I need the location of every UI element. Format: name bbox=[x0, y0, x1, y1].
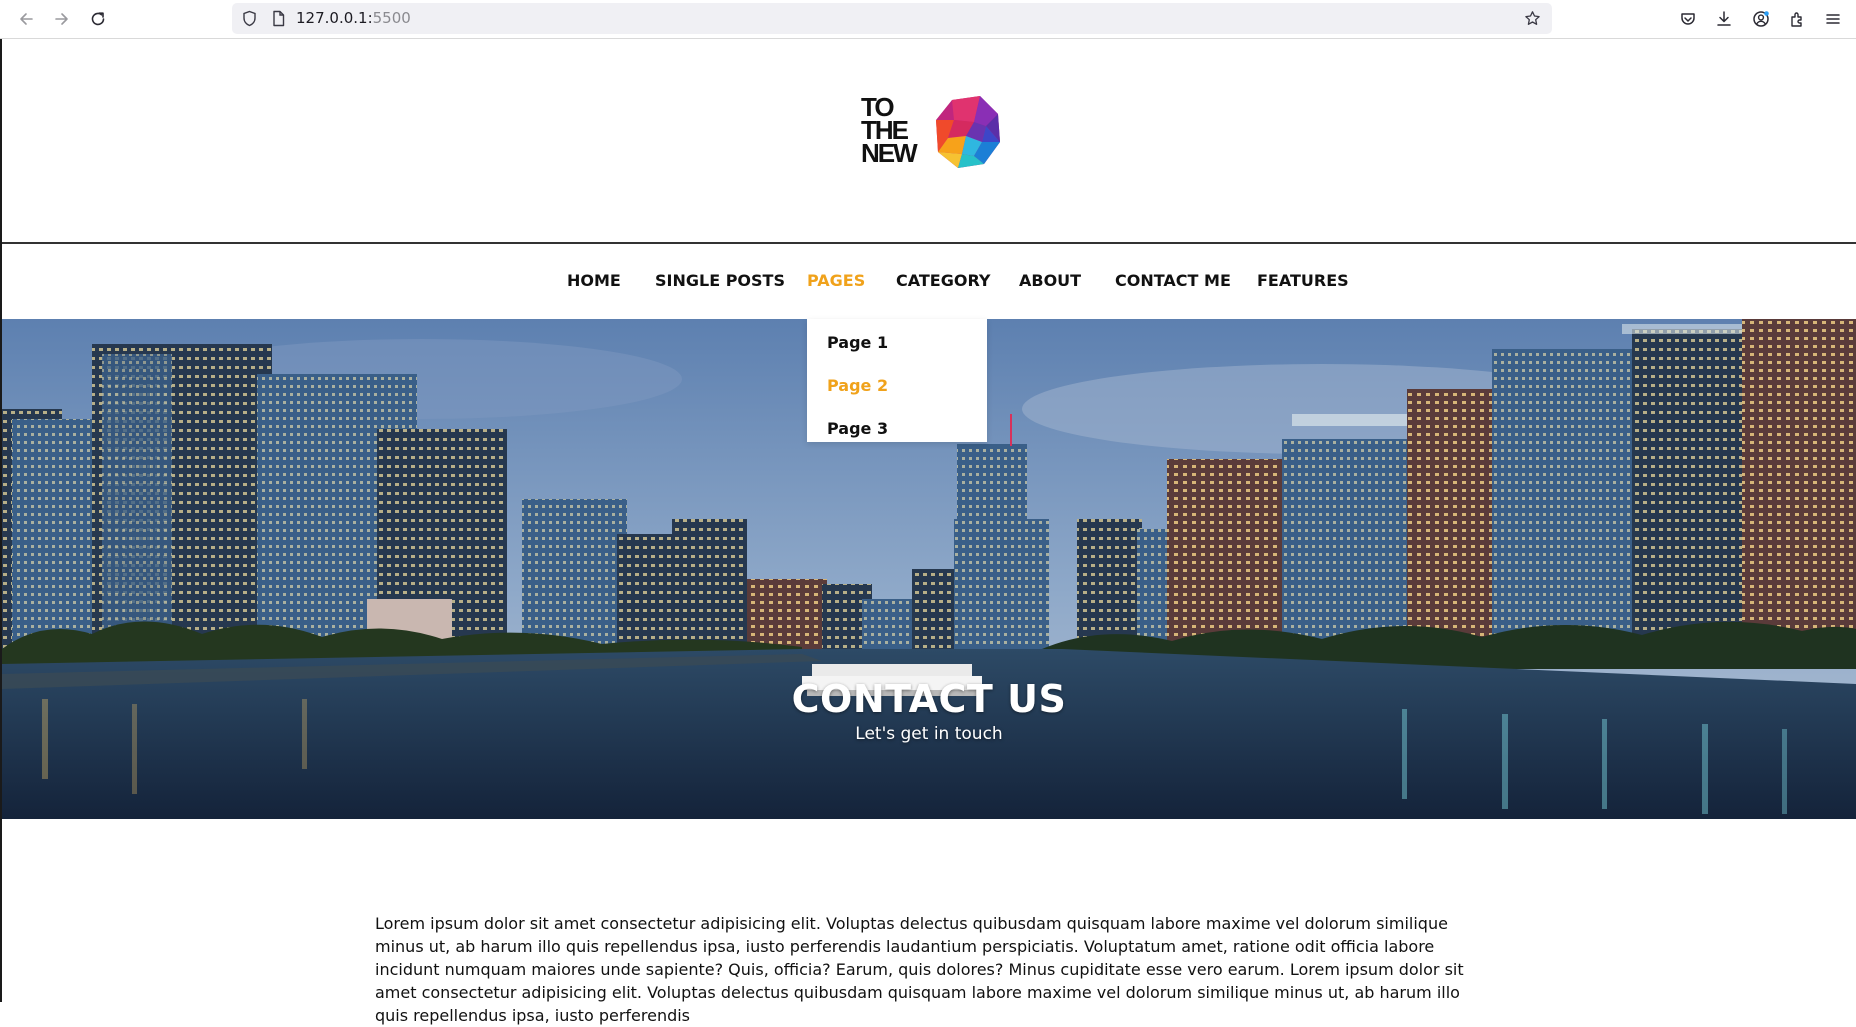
download-icon[interactable] bbox=[1711, 6, 1737, 32]
back-icon[interactable] bbox=[13, 6, 39, 32]
nav-item-single-posts[interactable]: SINGLE POSTS bbox=[655, 271, 785, 290]
nav-item-features[interactable]: FEATURES bbox=[1257, 271, 1349, 290]
hero-title: CONTACT US bbox=[791, 677, 1067, 721]
address-bar[interactable]: 127.0.0.1:5500 bbox=[232, 3, 1552, 34]
menu-icon[interactable] bbox=[1820, 6, 1846, 32]
main-nav: HOME SINGLE POSTS PAGES CATEGORY ABOUT C… bbox=[2, 244, 1856, 319]
logo-line-3: NEW bbox=[861, 138, 918, 168]
page-icon bbox=[270, 10, 287, 27]
hero-subtitle: Let's get in touch bbox=[855, 724, 1003, 744]
dropdown-item-page-2[interactable]: Page 2 bbox=[827, 376, 888, 395]
extensions-icon[interactable] bbox=[1784, 6, 1810, 32]
dropdown-item-page-1[interactable]: Page 1 bbox=[827, 333, 888, 352]
shield-icon[interactable] bbox=[241, 10, 258, 27]
logo-wordmark: TO THE NEW bbox=[861, 94, 931, 168]
url-text[interactable]: 127.0.0.1:5500 bbox=[296, 3, 411, 34]
logo[interactable]: TO THE NEW bbox=[858, 94, 1003, 172]
pages-dropdown-menu: Page 1 Page 2 Page 3 bbox=[807, 319, 987, 442]
url-host: 127.0.0.1: bbox=[296, 9, 373, 27]
dropdown-item-page-3[interactable]: Page 3 bbox=[827, 419, 888, 438]
nav-item-category[interactable]: CATEGORY bbox=[896, 271, 991, 290]
nav-item-about[interactable]: ABOUT bbox=[1019, 271, 1081, 290]
url-port: 5500 bbox=[372, 9, 411, 27]
content-paragraph: Lorem ipsum dolor sit amet consectetur a… bbox=[375, 914, 1464, 1025]
page: TO THE NEW HOME SINGLE POSTS PAGES CATEG… bbox=[0, 39, 1856, 1025]
forward-icon[interactable] bbox=[49, 6, 75, 32]
logo-mark-icon bbox=[936, 96, 1000, 168]
bookmark-star-icon[interactable] bbox=[1524, 10, 1541, 27]
nav-item-pages[interactable]: PAGES bbox=[807, 271, 865, 290]
nav-item-home[interactable]: HOME bbox=[567, 271, 621, 290]
pocket-icon[interactable] bbox=[1675, 6, 1701, 32]
account-icon[interactable] bbox=[1748, 6, 1774, 32]
reload-icon[interactable] bbox=[85, 6, 111, 32]
browser-toolbar: 127.0.0.1:5500 bbox=[0, 0, 1856, 39]
nav-item-contact-me[interactable]: CONTACT ME bbox=[1115, 271, 1231, 290]
